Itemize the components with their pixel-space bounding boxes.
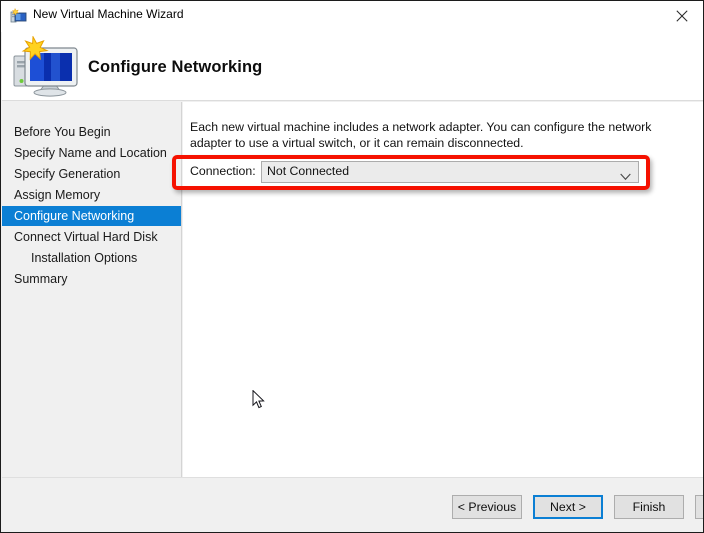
close-icon[interactable] [659, 1, 703, 31]
connection-label: Connection: [190, 164, 256, 178]
chevron-down-icon [620, 168, 631, 181]
page-title: Configure Networking [88, 58, 263, 76]
sidebar-item-configure-networking[interactable]: Configure Networking [2, 206, 181, 226]
computer-monitor-icon [9, 35, 81, 98]
next-button[interactable]: Next > [533, 495, 603, 519]
wizard-content-pane: Each new virtual machine includes a netw… [183, 102, 703, 477]
connection-selected-value: Not Connected [267, 164, 350, 178]
sidebar-item-specify-generation[interactable]: Specify Generation [2, 164, 181, 184]
page-description: Each new virtual machine includes a netw… [190, 120, 652, 150]
finish-button[interactable]: Finish [614, 495, 684, 519]
new-virtual-machine-wizard-window: New Virtual Machine Wizard Configure Net… [0, 0, 704, 533]
connection-row: Connection: Not Connected [190, 161, 650, 184]
previous-button[interactable]: < Previous [452, 495, 522, 519]
sidebar-item-summary[interactable]: Summary [2, 269, 181, 289]
sidebar-item-assign-memory[interactable]: Assign Memory [2, 185, 181, 205]
vm-wizard-icon [10, 7, 27, 25]
sidebar-item-before-you-begin[interactable]: Before You Begin [2, 122, 181, 142]
sidebar-item-installation-options[interactable]: Installation Options [2, 248, 181, 268]
title-bar: New Virtual Machine Wizard [1, 1, 703, 32]
wizard-step-navigation: Before You Begin Specify Name and Locati… [2, 102, 182, 477]
sidebar-item-specify-name-and-location[interactable]: Specify Name and Location [2, 143, 181, 163]
connection-dropdown[interactable]: Not Connected [261, 161, 639, 183]
wizard-header: Configure Networking [2, 32, 703, 101]
wizard-footer: < Previous Next > Finish Cancel [2, 477, 703, 532]
cancel-button[interactable]: Cancel [695, 495, 703, 519]
sidebar-item-connect-virtual-hard-disk[interactable]: Connect Virtual Hard Disk [2, 227, 181, 247]
window-title: New Virtual Machine Wizard [33, 7, 184, 21]
